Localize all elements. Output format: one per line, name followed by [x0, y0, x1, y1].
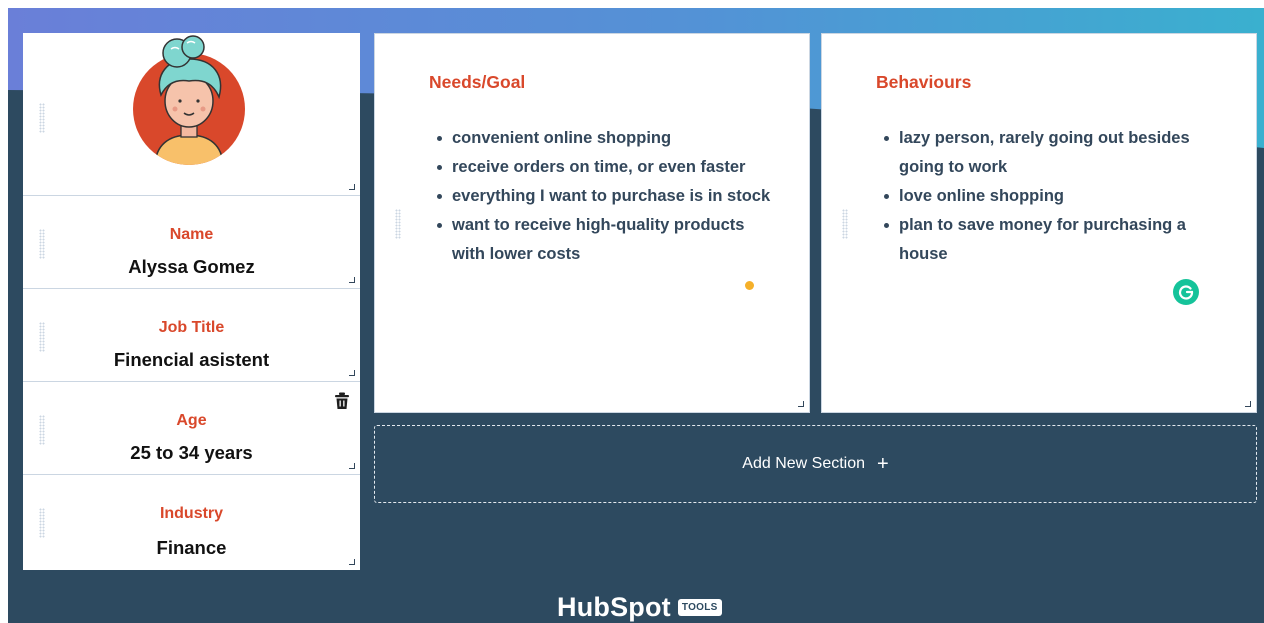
list-item: want to receive high-quality products wi…: [435, 211, 775, 269]
list-item: convenient online shopping: [435, 124, 775, 153]
field-value[interactable]: Alyssa Gomez: [23, 256, 360, 278]
resize-handle-icon[interactable]: [349, 559, 355, 565]
field-card-name[interactable]: Name Alyssa Gomez: [23, 196, 360, 289]
section-title: Behaviours: [876, 72, 972, 92]
field-label: Name: [169, 226, 214, 243]
plus-icon: +: [877, 453, 889, 475]
resize-handle-icon[interactable]: [798, 401, 804, 407]
field-value[interactable]: 25 to 34 years: [23, 442, 360, 464]
resize-handle-icon[interactable]: [1245, 401, 1251, 407]
list-item: love online shopping: [882, 182, 1222, 211]
persona-canvas: Name Alyssa Gomez Job Title Finencial as…: [8, 8, 1264, 623]
drag-handle-icon[interactable]: [395, 209, 401, 239]
drag-handle-icon[interactable]: [842, 209, 848, 239]
section-card-needs-goal[interactable]: Needs/Goal convenient online shopping re…: [374, 33, 810, 413]
logo-text: HubSpot: [557, 591, 671, 622]
section-list[interactable]: lazy person, rarely going out besides go…: [882, 124, 1222, 269]
add-new-section-button[interactable]: Add New Section +: [374, 425, 1257, 503]
resize-handle-icon[interactable]: [349, 370, 355, 376]
grammarly-icon[interactable]: [1173, 279, 1199, 305]
resize-handle-icon[interactable]: [349, 463, 355, 469]
trash-icon[interactable]: [334, 392, 350, 410]
hubspot-tools-logo[interactable]: HubSpot TOOLS: [557, 590, 722, 623]
section-list[interactable]: convenient online shopping receive order…: [435, 124, 775, 269]
resize-handle-icon[interactable]: [349, 277, 355, 283]
field-card-industry[interactable]: Industry Finance: [23, 475, 360, 570]
add-section-label: Add New Section: [742, 455, 866, 472]
avatar: [133, 35, 245, 165]
section-card-behaviours[interactable]: Behaviours lazy person, rarely going out…: [821, 33, 1257, 413]
drag-handle-icon[interactable]: [39, 103, 45, 133]
list-item: everything I want to purchase is in stoc…: [435, 182, 775, 211]
field-label: Age: [176, 412, 207, 429]
persona-profile-column: Name Alyssa Gomez Job Title Finencial as…: [23, 33, 360, 570]
resize-handle-icon[interactable]: [349, 184, 355, 190]
list-item: lazy person, rarely going out besides go…: [882, 124, 1222, 182]
field-card-job-title[interactable]: Job Title Finencial asistent: [23, 289, 360, 382]
field-value[interactable]: Finance: [23, 537, 360, 559]
field-label: Job Title: [158, 319, 225, 336]
avatar-card[interactable]: [23, 33, 360, 196]
list-item: receive orders on time, or even faster: [435, 153, 775, 182]
field-label: Industry: [159, 505, 224, 522]
section-title: Needs/Goal: [429, 72, 526, 92]
status-dot-icon: [745, 281, 754, 290]
list-item: plan to save money for purchasing a hous…: [882, 211, 1222, 269]
field-value[interactable]: Finencial asistent: [23, 349, 360, 371]
logo-badge: TOOLS: [677, 598, 722, 616]
field-card-age[interactable]: Age 25 to 34 years: [23, 382, 360, 475]
